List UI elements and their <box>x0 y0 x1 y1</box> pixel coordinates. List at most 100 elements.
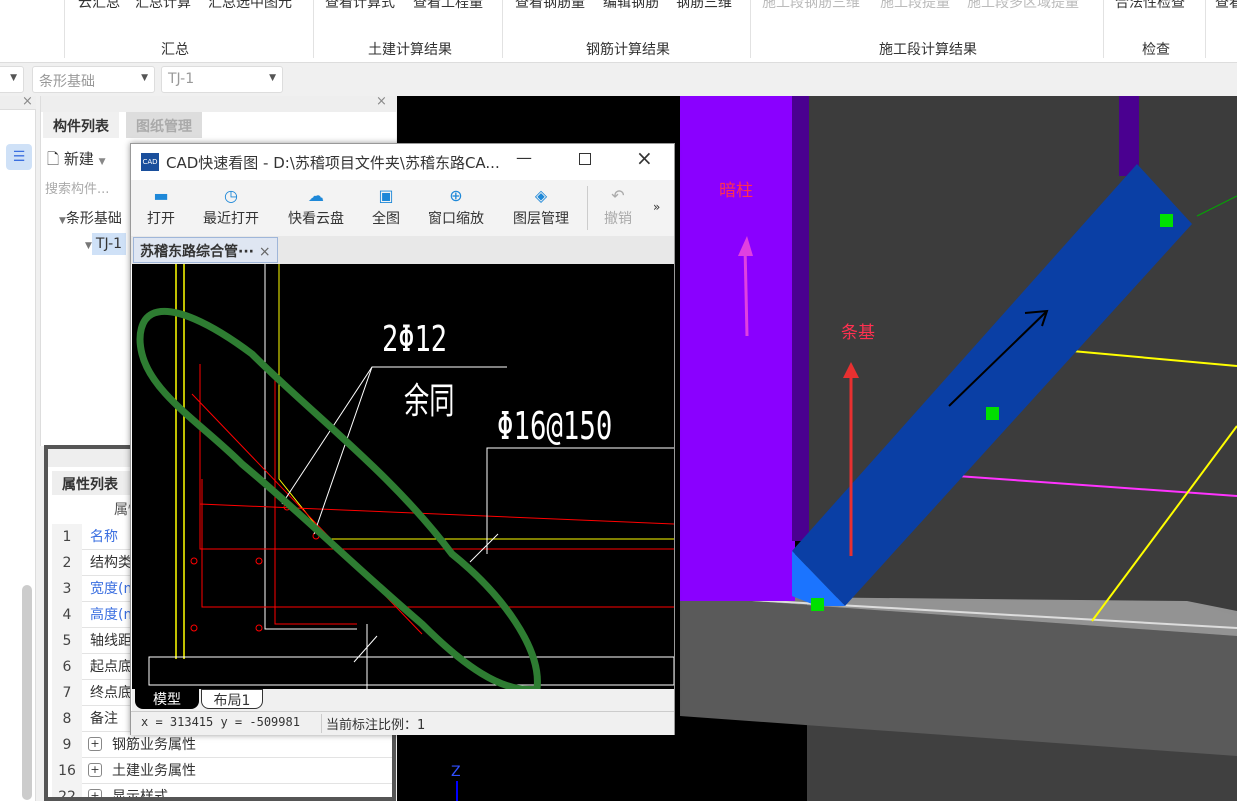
expand-icon[interactable]: + <box>88 737 102 751</box>
zoom-window-button[interactable]: ⊕ 窗口缩放 <box>416 186 496 228</box>
close-icon[interactable]: × <box>376 94 387 109</box>
ribbon-button[interactable]: 汇总选中图元 <box>208 0 292 12</box>
row-number: 4 <box>52 602 82 628</box>
close-button[interactable]: × <box>636 146 653 170</box>
ribbon-button[interactable]: 查看 <box>1215 0 1237 12</box>
button-label: 全图 <box>372 211 400 227</box>
ribbon-button[interactable]: 查看计算式 <box>325 0 395 12</box>
ribbon-group-label: 施工段计算结果 <box>879 42 977 58</box>
ribbon-button[interactable]: 汇总计算 <box>135 0 191 12</box>
property-name: 名称 <box>90 529 118 545</box>
tree-label: TJ-1 <box>91 233 127 255</box>
ribbon-button[interactable]: 云汇总 <box>78 0 120 12</box>
column-label: 暗柱 <box>719 181 753 201</box>
ribbon-group-label: 检查 <box>1142 42 1170 58</box>
cad-canvas[interactable]: 2Φ12 余同 Φ16@150 <box>132 264 674 689</box>
component-dropdown[interactable]: TJ-1 ▼ <box>161 66 283 93</box>
row-number: 22 <box>52 784 82 797</box>
close-icon[interactable]: × <box>259 244 271 260</box>
property-row[interactable]: 9 + 钢筋业务属性 <box>52 732 392 758</box>
ribbon-button[interactable]: 钢筋三维 <box>676 0 732 12</box>
divider <box>1205 0 1206 58</box>
hidden-column <box>680 96 795 601</box>
layers-button[interactable]: ◈ 图层管理 <box>501 186 581 228</box>
grip-point <box>1160 214 1173 227</box>
fit-all-button[interactable]: ▣ 全图 <box>346 186 426 228</box>
button-label: 图层管理 <box>513 211 569 227</box>
row-number: 5 <box>52 628 82 654</box>
tree-label: 条形基础 <box>65 211 122 227</box>
property-name: 钢筋业务属性 <box>112 737 196 753</box>
row-number: 8 <box>52 706 82 732</box>
ribbon-button[interactable]: 编辑钢筋 <box>603 0 659 12</box>
cad-viewer-window: CAD CAD快速看图 - D:\苏稽项目文件夹\苏稽东路CA... — × ▬… <box>130 143 675 735</box>
scrollbar[interactable] <box>22 585 32 800</box>
floor-dropdown[interactable]: ▼ <box>0 66 24 93</box>
axis-z-label: Z <box>451 764 461 780</box>
list-icon[interactable]: ☰ <box>6 144 32 170</box>
row-number: 2 <box>52 550 82 576</box>
ribbon-group-label: 钢筋计算结果 <box>586 42 670 58</box>
row-number: 7 <box>52 680 82 706</box>
rebar-label-2phi12: 2Φ12 <box>382 319 448 360</box>
divider <box>64 0 65 58</box>
divider <box>313 0 314 58</box>
cloud-icon: ☁ <box>308 186 324 205</box>
property-row[interactable]: 16 + 土建业务属性 <box>52 758 392 784</box>
component-type-dropdown[interactable]: 条形基础 ▼ <box>32 66 155 93</box>
maximize-button[interactable] <box>579 153 591 165</box>
same-label: 余同 <box>404 381 455 422</box>
row-number: 6 <box>52 654 82 680</box>
minimize-button[interactable]: — <box>516 148 532 167</box>
tree-item-tj1[interactable]: ▼ TJ-1 <box>85 233 127 255</box>
tab-layout1[interactable]: 布局1 <box>201 689 263 709</box>
new-button[interactable]: 🗋 新建 ▼ <box>47 148 106 174</box>
divider <box>502 0 503 58</box>
dropdown-value: TJ-1 <box>168 71 195 87</box>
button-label: 撤销 <box>604 211 632 227</box>
property-name: 显示样式 <box>112 789 168 797</box>
cloud-button[interactable]: ☁ 快看云盘 <box>276 186 356 228</box>
tree-item-strip-footing[interactable]: ▼条形基础 <box>59 208 122 228</box>
ribbon-group-label: 土建计算结果 <box>368 42 452 58</box>
zoom-window-icon: ⊕ <box>449 186 463 205</box>
property-row[interactable]: 22 + 显示样式 <box>52 784 392 797</box>
tab-drawing-management[interactable]: 图纸管理 <box>126 112 202 138</box>
history-button[interactable]: ◷ 最近打开 <box>191 186 271 228</box>
button-label: 快看云盘 <box>288 211 344 227</box>
ribbon-button[interactable]: 查看钢筋量 <box>515 0 585 12</box>
rebar-label-phi16: Φ16@150 <box>497 404 613 448</box>
filter-toolbar: ▼ 条形基础 ▼ TJ-1 ▼ <box>0 63 1237 96</box>
ribbon-button[interactable]: 合法性检查 <box>1115 0 1185 12</box>
close-icon[interactable]: × <box>22 94 33 109</box>
cad-app-icon: CAD <box>141 153 159 171</box>
tab-component-list[interactable]: 构件列表 <box>43 112 119 138</box>
chevron-down-icon: ▼ <box>141 73 148 83</box>
ribbon-button[interactable]: 施工段提量 <box>880 0 950 12</box>
expand-icon[interactable]: + <box>88 763 102 777</box>
chevron-down-icon: ▼ <box>269 73 276 83</box>
document-tab[interactable]: 苏稽东路综合管··· × <box>133 237 278 263</box>
search-input[interactable]: 搜索构件... <box>45 178 109 197</box>
ribbon-button[interactable]: 施工段多区域提量 <box>967 0 1079 12</box>
ribbon-group-label: 汇总 <box>161 42 189 58</box>
document-tab-label: 苏稽东路综合管··· <box>140 244 254 260</box>
fit-all-icon: ▣ <box>378 186 394 205</box>
more-icon[interactable]: » <box>653 200 660 214</box>
ribbon-button[interactable]: 施工段钢筋三维 <box>762 0 860 12</box>
folder-button[interactable]: ▬ 打开 <box>121 186 201 228</box>
divider <box>750 0 751 58</box>
dropdown-value: 条形基础 <box>39 74 95 90</box>
undo-button[interactable]: ↶ 撤销 <box>578 186 658 228</box>
window-title: CAD快速看图 - D:\苏稽项目文件夹\苏稽东路CA... <box>166 154 500 172</box>
ribbon-button[interactable]: 查看工程量 <box>413 0 483 12</box>
divider <box>1103 0 1104 58</box>
row-number: 9 <box>52 732 82 758</box>
expand-icon[interactable]: + <box>88 789 102 797</box>
ribbon: 云汇总 汇总计算 汇总选中图元 查看计算式 查看工程量 查看钢筋量 编辑钢筋 钢筋三维 施工段钢… <box>0 0 1237 63</box>
button-label: 打开 <box>147 211 175 227</box>
tab-model[interactable]: 模型 <box>135 689 199 709</box>
footing-label: 条基 <box>841 323 875 343</box>
row-number: 3 <box>52 576 82 602</box>
row-number: 16 <box>52 758 82 784</box>
